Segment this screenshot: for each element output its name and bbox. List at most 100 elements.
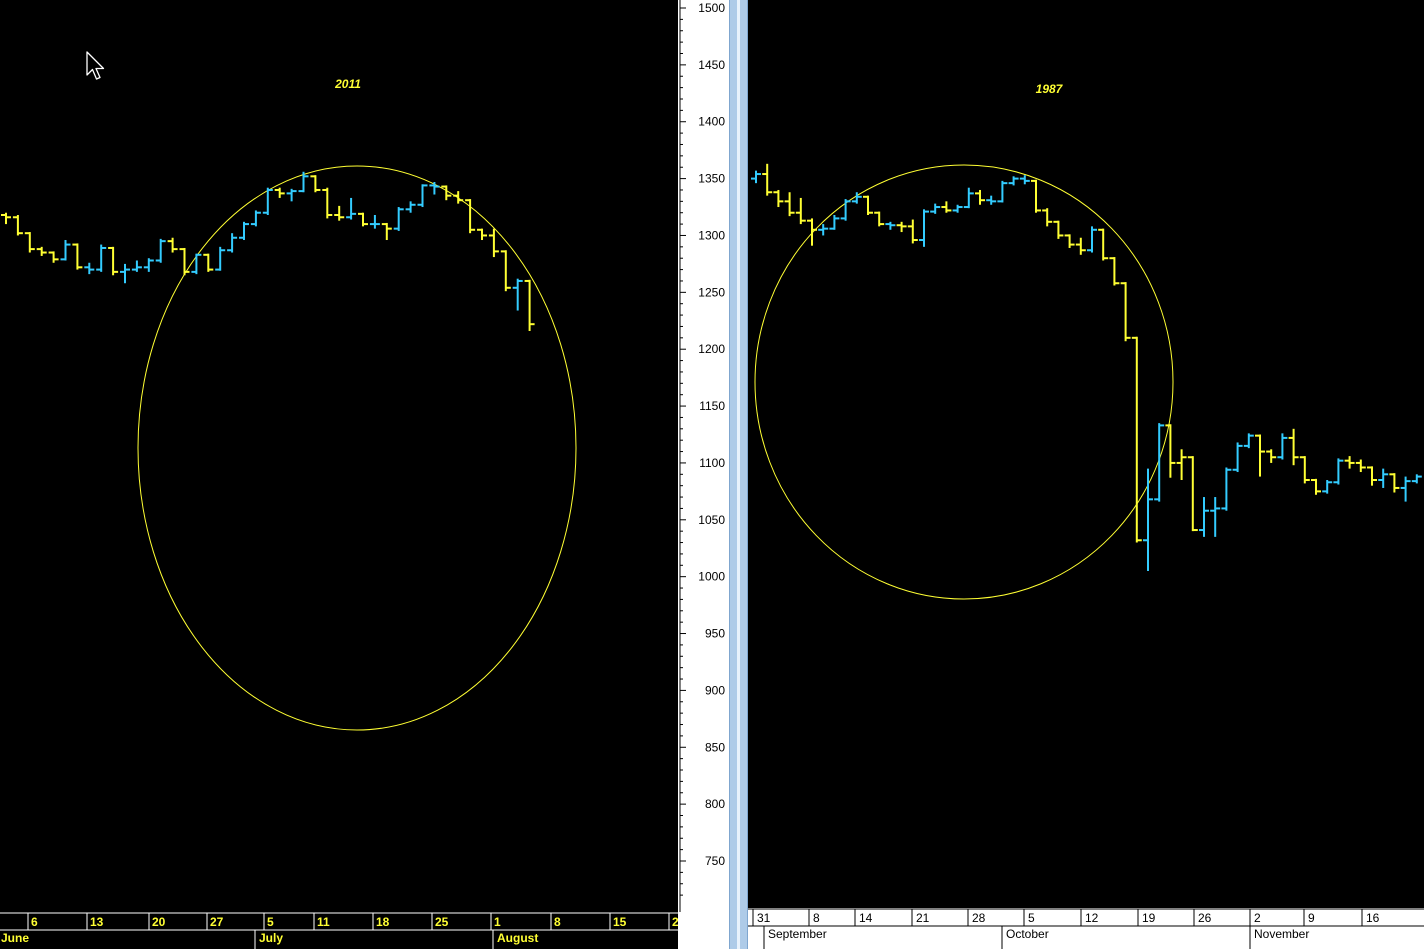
- price-bar: [1389, 473, 1400, 493]
- day-label: 25: [435, 915, 449, 929]
- price-tick-label: 1200: [698, 342, 725, 356]
- price-bar: [84, 262, 95, 275]
- price-bar: [512, 278, 523, 311]
- price-bar: [310, 175, 321, 193]
- price-bar: [155, 238, 166, 263]
- price-bar: [405, 201, 416, 213]
- circle-annotation: [137, 165, 577, 731]
- price-bar: [167, 237, 178, 253]
- price-bar: [322, 187, 333, 219]
- splitter-grip[interactable]: [737, 0, 740, 949]
- price-axis-ticks: 1500 1450 1400 1350 1300 1250 1200 1150 1100 1050…: [679, 0, 725, 912]
- price-bar: [1053, 220, 1064, 239]
- day-label: 8: [554, 915, 561, 929]
- day-label: 2: [1254, 911, 1261, 925]
- price-bar: [417, 184, 428, 208]
- price-bar: [1187, 456, 1198, 532]
- date-axis-2011: 6 13 20 27 5 11 18 25 1 8 15 2 June July August: [0, 912, 678, 949]
- price-bar: [203, 253, 214, 272]
- price-bar: [250, 210, 261, 227]
- price-bar: [24, 232, 35, 253]
- price-bar: [36, 246, 47, 256]
- day-label: 20: [152, 915, 166, 929]
- price-bar: [1288, 428, 1299, 466]
- price-bar: [1311, 478, 1321, 495]
- price-bar: [1221, 467, 1232, 511]
- day-label: 31: [757, 911, 771, 925]
- day-label: 14: [859, 911, 873, 925]
- price-bar: [239, 221, 249, 241]
- price-tick-label: 800: [705, 797, 725, 811]
- month-label: September: [768, 927, 827, 941]
- day-label: 1: [494, 915, 501, 929]
- price-bar: [1322, 479, 1333, 494]
- price-bar: [1, 212, 11, 225]
- chart-title: 1987: [1036, 82, 1064, 96]
- price-bar: [807, 218, 817, 246]
- price-bar: [48, 251, 59, 263]
- price-tick-label: 1350: [698, 172, 725, 186]
- price-bar: [1243, 433, 1254, 449]
- date-axis-1987-ticks: 31 8 14 21 28 5 12 19 26 2 9 16 September October Nove…: [748, 908, 1424, 949]
- price-bar: [1075, 237, 1086, 255]
- price-bar: [96, 244, 107, 272]
- day-label: 11: [317, 915, 330, 929]
- price-bar: [191, 253, 202, 275]
- price-bar: [907, 219, 918, 244]
- price-bar: [179, 247, 190, 276]
- price-bar: [885, 221, 896, 230]
- day-label: 15: [613, 915, 627, 929]
- price-bar: [227, 233, 238, 253]
- price-bar: [1411, 474, 1422, 484]
- price-bar: [1299, 456, 1310, 484]
- price-bar: [1344, 456, 1355, 469]
- price-tick-label: 900: [705, 683, 725, 697]
- day-label: 6: [31, 915, 38, 929]
- price-bar: [1367, 466, 1377, 486]
- price-tick-label: 1000: [698, 570, 725, 584]
- date-axis-1987: 31 8 14 21 28 5 12 19 26 2 9 16 September October Nove…: [748, 908, 1424, 949]
- day-label: 28: [972, 911, 986, 925]
- price-bar: [346, 197, 357, 220]
- chart-1987: 1987: [751, 82, 1422, 600]
- price-bar: [131, 260, 142, 272]
- price-bar: [477, 228, 487, 241]
- price-bar: [1019, 175, 1030, 185]
- price-bar: [369, 214, 380, 229]
- price-tick-label: 850: [705, 740, 725, 754]
- price-bar: [1266, 449, 1277, 463]
- price-bar: [975, 189, 985, 205]
- price-tick-label: 750: [705, 854, 725, 868]
- price-bar: [381, 222, 392, 241]
- price-bar: [393, 207, 404, 231]
- day-label: 26: [1198, 911, 1212, 925]
- price-bar: [120, 263, 130, 284]
- price-bar: [1064, 234, 1075, 248]
- pane-splitter[interactable]: [729, 0, 748, 949]
- price-bar: [1042, 208, 1053, 227]
- price-bar: [60, 240, 71, 261]
- price-bar: [1098, 228, 1109, 261]
- price-bar: [274, 187, 285, 198]
- price-tick-label: 950: [705, 627, 725, 641]
- price-tick-label: 1500: [698, 1, 725, 15]
- circle-annotation: [754, 164, 1174, 600]
- price-bar: [1154, 423, 1165, 502]
- date-axis-2011-ticks: 6 13 20 27 5 11 18 25 1 8 15 2June July August: [0, 912, 678, 949]
- day-label: 18: [376, 915, 390, 929]
- month-label: August: [497, 931, 538, 945]
- price-bar: [784, 192, 795, 217]
- price-bar: [1333, 458, 1344, 485]
- price-bar: [1277, 433, 1288, 460]
- price-bar: [986, 195, 997, 205]
- price-tick-label: 1100: [699, 456, 725, 470]
- price-bar: [818, 224, 829, 236]
- price-bar: [941, 201, 952, 213]
- price-bar: [1109, 257, 1120, 286]
- chart-panel-1987: 1987: [748, 0, 1424, 908]
- price-bar: [524, 279, 535, 332]
- day-label: 5: [1028, 911, 1035, 925]
- day-label: 13: [90, 915, 104, 929]
- price-bar: [1120, 282, 1131, 342]
- price-tick-label: 1400: [698, 115, 725, 129]
